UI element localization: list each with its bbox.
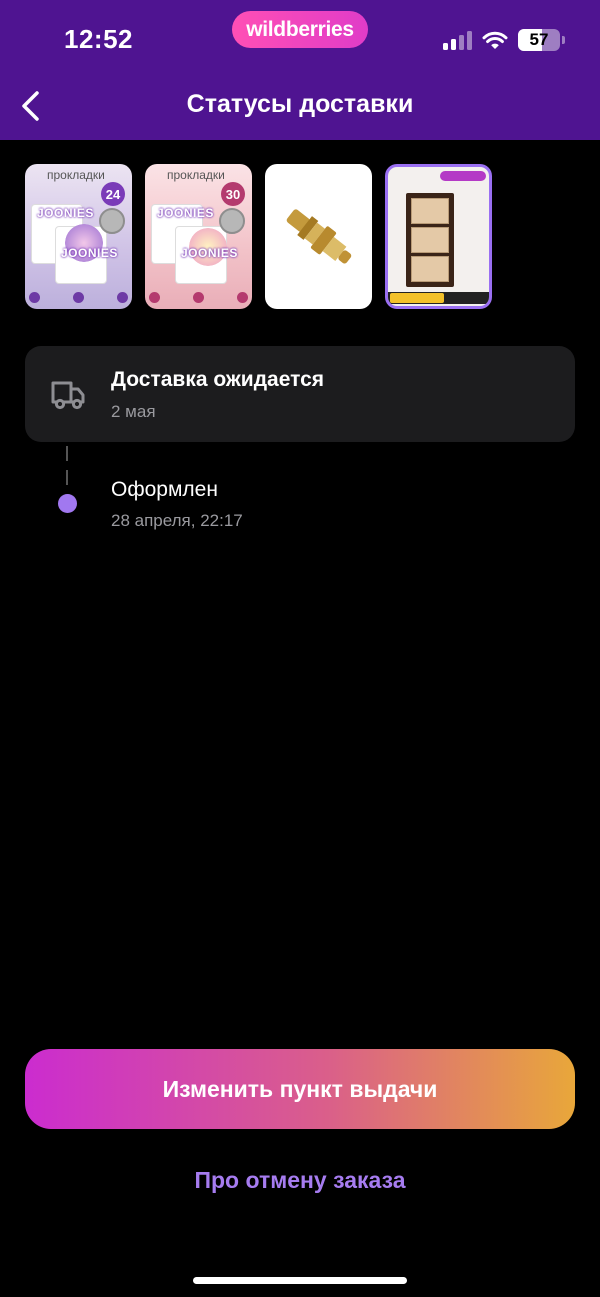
promo-banner bbox=[388, 292, 489, 304]
shoe-cabinet-image bbox=[406, 193, 454, 287]
product-brand: JOONIES bbox=[61, 246, 118, 260]
timeline-event-date: 28 апреля, 22:17 bbox=[111, 511, 243, 530]
product-label: прокладки bbox=[47, 168, 105, 182]
pack-count-badge: 24 bbox=[101, 182, 125, 206]
brand-name: wildberries bbox=[246, 17, 354, 41]
product-brand: JOONIES bbox=[37, 206, 94, 220]
product-brand: JOONIES bbox=[157, 206, 214, 220]
timeline-connector bbox=[66, 470, 68, 485]
product-thumbnail[interactable]: прокладки 30 JOONIES JOONIES bbox=[145, 164, 252, 309]
home-indicator[interactable] bbox=[193, 1277, 407, 1284]
signal-icon bbox=[443, 30, 472, 50]
timeline-connector bbox=[66, 446, 68, 461]
cancel-order-info-link[interactable]: Про отмену заказа bbox=[0, 1167, 600, 1194]
delivery-status-card: Доставка ожидается 2 мая bbox=[25, 346, 575, 442]
product-label: прокладки bbox=[167, 168, 225, 182]
wifi-icon bbox=[482, 31, 508, 49]
timeline-event-title: Оформлен bbox=[111, 478, 218, 501]
delivery-date: 2 мая bbox=[111, 402, 156, 421]
change-pickup-point-button[interactable]: Изменить пункт выдачи bbox=[25, 1049, 575, 1129]
delivery-status: Доставка ожидается bbox=[111, 368, 325, 391]
promo-tag bbox=[440, 171, 486, 181]
brand-pill[interactable]: wildberries bbox=[232, 11, 368, 48]
pack-count-badge: 30 bbox=[221, 182, 245, 206]
timeline-dot bbox=[58, 494, 77, 513]
product-thumbnails: прокладки 24 JOONIES JOONIES прокладки 3… bbox=[25, 164, 492, 309]
status-icons: 57 bbox=[443, 28, 565, 52]
battery-level: 57 bbox=[529, 30, 549, 49]
truck-icon bbox=[51, 381, 85, 410]
product-thumbnail-selected[interactable] bbox=[385, 164, 492, 309]
brass-fitting-image bbox=[286, 209, 352, 264]
status-time: 12:52 bbox=[64, 24, 133, 54]
battery-icon: 57 bbox=[518, 29, 565, 51]
product-thumbnail[interactable]: прокладки 24 JOONIES JOONIES bbox=[25, 164, 132, 309]
top-bar: 12:52 wildberries 57 Статусы доставки bbox=[0, 0, 600, 140]
page-title: Статусы доставки bbox=[186, 90, 414, 118]
product-thumbnail[interactable] bbox=[265, 164, 372, 309]
product-brand: JOONIES bbox=[181, 246, 238, 260]
